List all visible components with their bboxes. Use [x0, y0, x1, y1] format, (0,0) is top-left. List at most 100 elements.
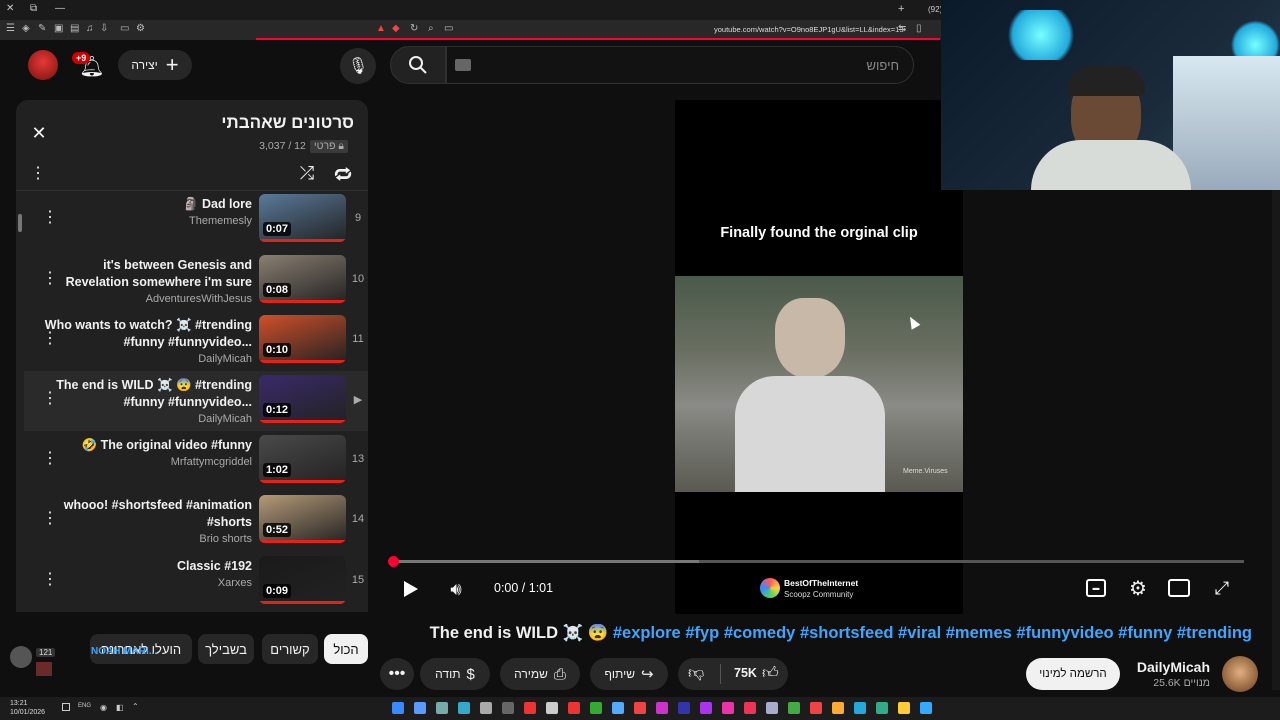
- taskbar-app-icon[interactable]: [524, 702, 536, 714]
- taskbar-app-icon[interactable]: [392, 702, 404, 714]
- taskbar-app-icon[interactable]: [722, 702, 734, 714]
- share-page-icon[interactable]: ⇆: [898, 23, 906, 34]
- fullscreen-icon[interactable]: ⤢: [1210, 576, 1234, 600]
- create-button[interactable]: יצירה +: [118, 50, 192, 80]
- thanks-button[interactable]: תודה $: [420, 658, 490, 690]
- taskbar-app-icon[interactable]: [458, 702, 470, 714]
- subtitles-icon[interactable]: ▬: [1086, 579, 1106, 597]
- menu-icon[interactable]: ☰: [6, 23, 15, 34]
- playlist-item[interactable]: ⋮ 🤣 The original video #funny Mrfattymcgri…: [24, 431, 368, 491]
- item-thumbnail[interactable]: 1:02: [259, 435, 346, 483]
- item-thumbnail[interactable]: 0:09: [259, 556, 346, 604]
- channel-name[interactable]: DailyMicah: [1137, 659, 1210, 675]
- taskbar-app-icon[interactable]: [480, 702, 492, 714]
- share-button[interactable]: שיתוף ↪: [590, 658, 668, 690]
- taskbar-app-icon[interactable]: [788, 702, 800, 714]
- tabs-icon[interactable]: ▣: [54, 23, 63, 34]
- settings-icon[interactable]: ⚙: [136, 23, 145, 34]
- item-thumbnail[interactable]: 0:12: [259, 375, 346, 423]
- camera-icon[interactable]: ▭: [120, 23, 129, 34]
- warning-icon[interactable]: ▲: [376, 23, 386, 34]
- playlist-item[interactable]: ⋮ it's between Genesis and Revelation som…: [24, 251, 368, 311]
- wifi-icon[interactable]: ◉: [100, 703, 107, 712]
- taskbar-app-icon[interactable]: [612, 702, 624, 714]
- taskbar-app-icon[interactable]: [920, 702, 932, 714]
- video-hashtags[interactable]: #explore #fyp #comedy #shortsfeed #viral…: [613, 624, 1252, 642]
- progress-scrubber[interactable]: [388, 556, 399, 567]
- taskbar-app-icon[interactable]: [832, 702, 844, 714]
- save-button[interactable]: שמירה ⎙: [500, 658, 580, 690]
- url-bar[interactable]: youtube.com/watch?v=O9no8EJP1gU&list=LL&…: [714, 25, 904, 34]
- taskbar-app-icon[interactable]: [414, 702, 426, 714]
- playlist-more-icon[interactable]: ⋮: [30, 162, 46, 184]
- like-divider: [720, 664, 721, 684]
- taskbar-app-icon[interactable]: [854, 702, 866, 714]
- playlist-item[interactable]: ⋮ Who wants to watch? ☠️ #trending #funny…: [24, 311, 368, 371]
- theater-mode-icon[interactable]: [1168, 579, 1190, 597]
- settings-gear-icon[interactable]: ⚙: [1126, 576, 1150, 600]
- playlist-item[interactable]: ⋮ Classic #192 Xarxes 0:09 15: [24, 552, 368, 612]
- shield-icon[interactable]: ◈: [22, 23, 30, 34]
- taskbar-app-icon[interactable]: [656, 702, 668, 714]
- language-indicator[interactable]: ENG: [78, 703, 91, 709]
- tray-icon[interactable]: ◧: [116, 703, 124, 712]
- item-thumbnail[interactable]: 0:07: [259, 194, 346, 242]
- taskbar-app-icon[interactable]: [678, 702, 690, 714]
- taskbar-app-icon[interactable]: [546, 702, 558, 714]
- download-icon[interactable]: ⇩: [100, 23, 108, 34]
- chip-all[interactable]: הכול: [324, 634, 368, 664]
- taskbar-app-icon[interactable]: [436, 702, 448, 714]
- reload-icon[interactable]: ↻: [410, 23, 418, 34]
- taskbar-app-icon[interactable]: [502, 702, 514, 714]
- extension-icon[interactable]: ✎: [38, 23, 46, 34]
- item-thumbnail[interactable]: 0:08: [259, 255, 346, 303]
- close-window-icon[interactable]: ✕: [6, 3, 14, 14]
- notification-center-icon[interactable]: [62, 703, 70, 711]
- search-button[interactable]: [390, 46, 446, 84]
- tray-expand-icon[interactable]: ⌃: [132, 702, 139, 711]
- playlist-item[interactable]: ⋮ whooo! #shortsfeed #animation #shorts Br…: [24, 491, 368, 551]
- taskbar-app-icon[interactable]: [700, 702, 712, 714]
- channel-avatar[interactable]: [1222, 656, 1258, 692]
- playlist-title[interactable]: סרטונים שאהבתי: [221, 113, 354, 133]
- scrollbar[interactable]: [18, 214, 22, 232]
- taskbar-app-icon[interactable]: [876, 702, 888, 714]
- dislike-icon[interactable]: 👎︎: [688, 664, 704, 683]
- account-avatar[interactable]: [28, 50, 58, 80]
- music-icon[interactable]: ♫: [86, 23, 94, 34]
- taskbar-app-icon[interactable]: [568, 702, 580, 714]
- page-scrollbar[interactable]: [1272, 190, 1280, 690]
- like-icon[interactable]: 👍︎: [762, 664, 779, 683]
- taskbar-app-icon[interactable]: [810, 702, 822, 714]
- taskbar-app-icon[interactable]: [590, 702, 602, 714]
- volume-icon[interactable]: 🔊︎: [444, 578, 468, 600]
- item-thumbnail[interactable]: 0:52: [259, 495, 346, 543]
- more-actions-icon[interactable]: •••: [380, 658, 414, 690]
- playlist-item[interactable]: ⋮ The end is WILD ☠️ 😨 #trending #funny #…: [24, 371, 368, 431]
- brave-icon[interactable]: ◆: [392, 23, 400, 34]
- shuffle-icon[interactable]: ⤮: [296, 162, 318, 184]
- taskbar-app-icon[interactable]: [634, 702, 646, 714]
- new-tab-icon[interactable]: +: [898, 3, 904, 15]
- item-thumbnail[interactable]: 0:10: [259, 315, 346, 363]
- subscribe-button[interactable]: הרשמה למינוי: [1026, 658, 1120, 690]
- chip-for-you[interactable]: בשבילך: [198, 634, 254, 664]
- bookmark-icon[interactable]: ▯: [916, 23, 922, 34]
- taskbar-app-icon[interactable]: [766, 702, 778, 714]
- minimize-icon[interactable]: —: [55, 3, 65, 14]
- chip-related[interactable]: קשורים: [262, 634, 318, 664]
- close-playlist-icon[interactable]: ✕: [28, 122, 50, 144]
- play-button[interactable]: [400, 578, 422, 600]
- keyboard-icon[interactable]: [455, 59, 471, 71]
- voice-search-mic-icon[interactable]: 🎙︎: [340, 48, 376, 84]
- loop-icon[interactable]: 🔁︎: [332, 162, 354, 185]
- sidebar-icon[interactable]: ▤: [70, 23, 79, 34]
- progress-track[interactable]: [388, 556, 1244, 567]
- playlist-item[interactable]: ⋮ 🗿 Dad lore Thememesly 0:07 9: [24, 190, 368, 250]
- screen-icon[interactable]: ▭: [444, 23, 453, 34]
- zoom-icon[interactable]: ⌕: [428, 23, 434, 34]
- search-input[interactable]: חיפוש: [446, 46, 914, 84]
- window-icon[interactable]: ⧉: [30, 3, 37, 14]
- taskbar-app-icon[interactable]: [898, 702, 910, 714]
- taskbar-app-icon[interactable]: [744, 702, 756, 714]
